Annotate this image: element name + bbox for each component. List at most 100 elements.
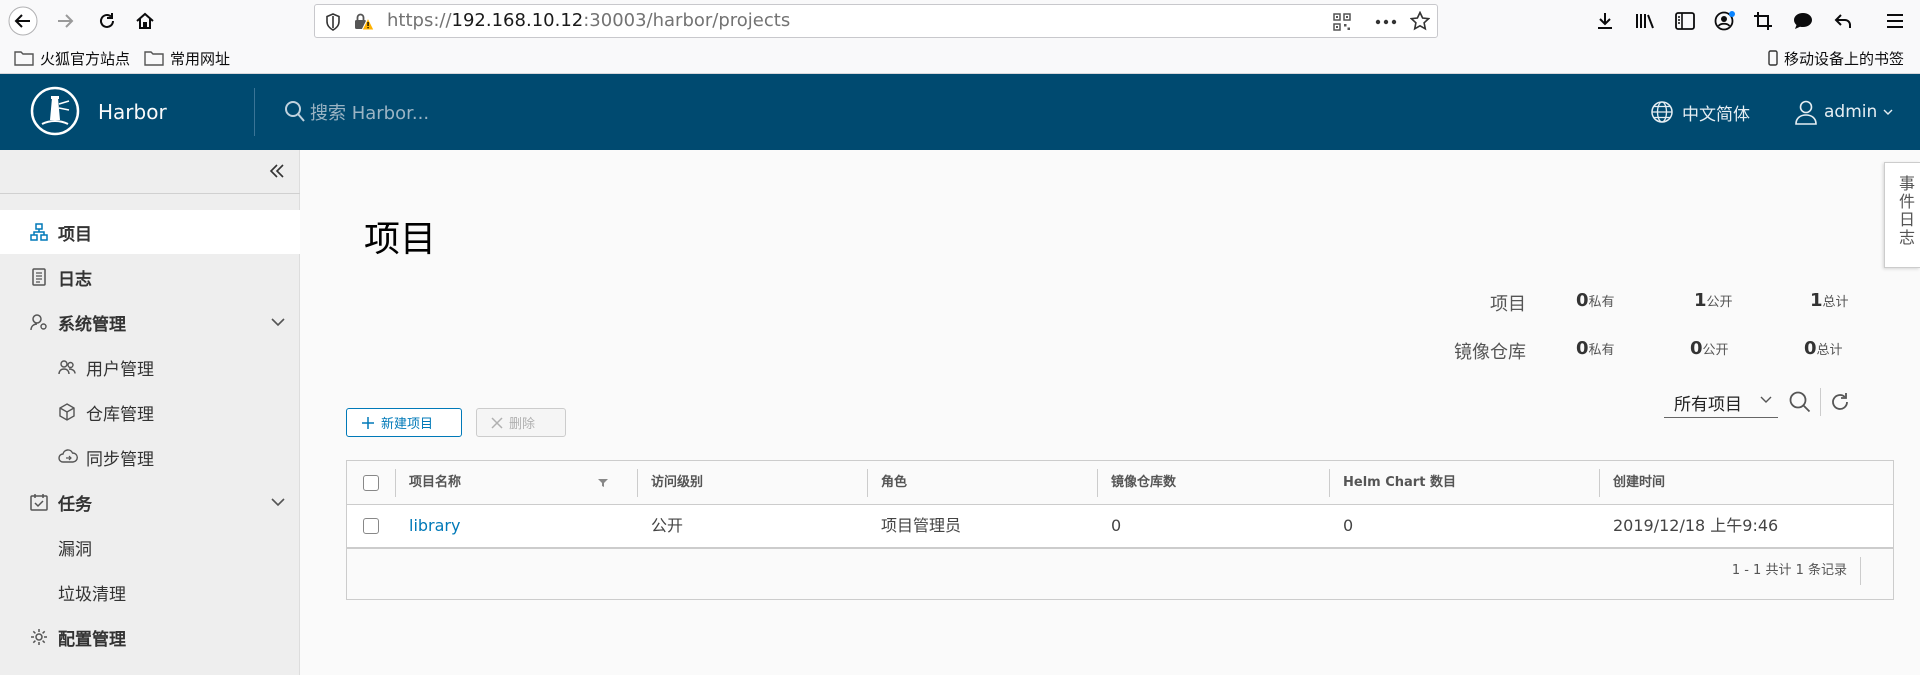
sidebar-icon (1675, 12, 1695, 30)
sidebar-item-label: 日志 (58, 269, 92, 290)
column-divider (637, 469, 638, 497)
toolbar-divider (1820, 388, 1821, 416)
downloads-button[interactable] (1590, 6, 1620, 36)
forward-arrow-icon (58, 14, 74, 28)
forward-button[interactable] (50, 6, 80, 36)
home-icon (136, 12, 154, 29)
select-all-checkbox[interactable] (363, 475, 379, 491)
project-repo-count: 0 (1111, 516, 1122, 535)
column-divider (1599, 469, 1600, 497)
sidebar-item-users[interactable]: 用户管理 (0, 345, 300, 389)
tasks-icon (30, 494, 48, 511)
search-icon[interactable] (1788, 390, 1812, 414)
refresh-icon[interactable] (1828, 390, 1852, 414)
stat-unit: 总计 (1822, 295, 1849, 310)
column-header-name[interactable]: 项目名称 (409, 461, 461, 504)
column-divider (867, 469, 868, 497)
sidebar-item-vulnerability[interactable]: 漏洞 (0, 525, 300, 569)
url-text[interactable]: https://192.168.10.12:30003/harbor/proje… (387, 5, 790, 37)
page-title: 项目 (364, 219, 437, 260)
column-divider (1329, 469, 1330, 497)
sidebar-item-label: 同步管理 (86, 449, 154, 470)
logs-icon (32, 268, 46, 286)
reload-button[interactable] (92, 6, 122, 36)
column-header-role[interactable]: 角色 (881, 461, 907, 504)
bookmark-folder[interactable]: 火狐官方站点 (14, 42, 130, 74)
sidebar-nav: 项目 日志 系统管理 用户管理 仓库管理 同步管理 任务 漏洞 垃圾清理 配置管… (0, 150, 300, 675)
search-icon (285, 101, 305, 122)
mobile-phone-icon (1768, 50, 1778, 66)
stat-unit: 公开 (1702, 343, 1729, 358)
delete-project-button[interactable]: 删除 (476, 408, 566, 437)
users-icon (58, 360, 76, 375)
library-button[interactable] (1630, 6, 1660, 36)
menu-button[interactable] (1880, 6, 1910, 36)
replication-icon (58, 449, 78, 463)
more-actions-icon[interactable] (1375, 19, 1397, 25)
library-icon (1636, 14, 1654, 29)
bookmark-star-icon[interactable] (1410, 11, 1430, 31)
global-search-input[interactable] (308, 98, 632, 128)
project-access-level: 公开 (651, 516, 684, 535)
project-filter-select[interactable]: 所有项目 (1664, 386, 1778, 418)
sidebar-item-configuration[interactable]: 配置管理 (0, 615, 300, 659)
button-label: 新建项目 (381, 417, 434, 432)
sidebar-item-replication[interactable]: 同步管理 (0, 435, 300, 479)
column-header-access[interactable]: 访问级别 (651, 461, 703, 504)
user-menu[interactable]: admin (1794, 74, 1893, 150)
bookmark-label: 常用网址 (170, 49, 231, 68)
sidebar-item-tasks[interactable]: 任务 (0, 480, 300, 524)
app-brand[interactable]: Harbor (98, 74, 167, 150)
stat-repos-public: 0 公开 (1690, 338, 1729, 359)
stat-number: 0 (1576, 338, 1589, 359)
sidebar-item-label: 用户管理 (86, 359, 154, 380)
new-project-button[interactable]: 新建项目 (346, 408, 462, 437)
project-name-link[interactable]: library (409, 505, 460, 547)
column-header-created[interactable]: 创建时间 (1613, 461, 1665, 504)
home-button[interactable] (130, 6, 160, 36)
insecure-lock-warning-icon[interactable] (353, 12, 375, 32)
sidebar-item-administration[interactable]: 系统管理 (0, 300, 300, 344)
sidebar-item-label: 任务 (58, 494, 92, 515)
account-button[interactable] (1710, 6, 1740, 36)
sidebar-item-label: 仓库管理 (86, 404, 154, 425)
sidebar-item-garbage-collection[interactable]: 垃圾清理 (0, 570, 300, 614)
undo-button[interactable] (1828, 6, 1858, 36)
projects-table: 项目名称 访问级别 角色 镜像仓库数 Helm Chart 数目 创建时间 li… (346, 460, 1894, 600)
stat-number: 1 (1694, 290, 1707, 311)
tracking-shield-icon[interactable] (325, 13, 341, 31)
stat-number: 0 (1804, 338, 1817, 359)
back-button[interactable] (8, 6, 38, 36)
crop-icon (1754, 12, 1772, 30)
collapse-sidebar-icon[interactable] (268, 162, 286, 180)
user-icon (1795, 100, 1817, 125)
sidebar-item-label: 系统管理 (58, 314, 126, 335)
stat-projects-total: 1 总计 (1810, 290, 1849, 311)
bookmark-folder[interactable]: 常用网址 (144, 42, 230, 74)
column-header-repo-count[interactable]: 镜像仓库数 (1111, 461, 1176, 504)
sidebar-item-label: 漏洞 (58, 539, 92, 560)
qr-code-icon[interactable] (1333, 13, 1351, 31)
column-header-chart-count[interactable]: Helm Chart 数目 (1343, 461, 1456, 504)
screenshot-button[interactable] (1748, 6, 1778, 36)
sidebar-item-projects[interactable]: 项目 (0, 210, 300, 254)
language-selector[interactable]: 中文简体 (1650, 74, 1750, 150)
table-row: library 公开 项目管理员 0 0 2019/12/18 上午9:46 (347, 505, 1893, 549)
admin-icon (30, 314, 47, 331)
hamburger-menu-icon (1887, 14, 1903, 28)
stat-projects-private: 0 私有 (1576, 290, 1615, 311)
harbor-logo-icon[interactable] (30, 86, 80, 136)
event-log-tab[interactable]: 事件日志 (1884, 162, 1920, 268)
download-icon (1598, 13, 1612, 29)
stat-number: 0 (1576, 290, 1589, 311)
reload-icon (100, 13, 114, 28)
url-bar[interactable]: https://192.168.10.12:30003/harbor/proje… (314, 4, 1438, 38)
mobile-bookmarks[interactable]: 移动设备上的书签 (1768, 42, 1904, 74)
project-created-time: 2019/12/18 上午9:46 (1613, 516, 1779, 535)
sidebar-item-registries[interactable]: 仓库管理 (0, 390, 300, 434)
sidebar-toggle-button[interactable] (1670, 6, 1700, 36)
chat-button[interactable] (1788, 6, 1818, 36)
sidebar-item-logs[interactable]: 日志 (0, 255, 300, 299)
row-checkbox[interactable] (363, 518, 379, 534)
filter-icon[interactable] (597, 478, 609, 488)
